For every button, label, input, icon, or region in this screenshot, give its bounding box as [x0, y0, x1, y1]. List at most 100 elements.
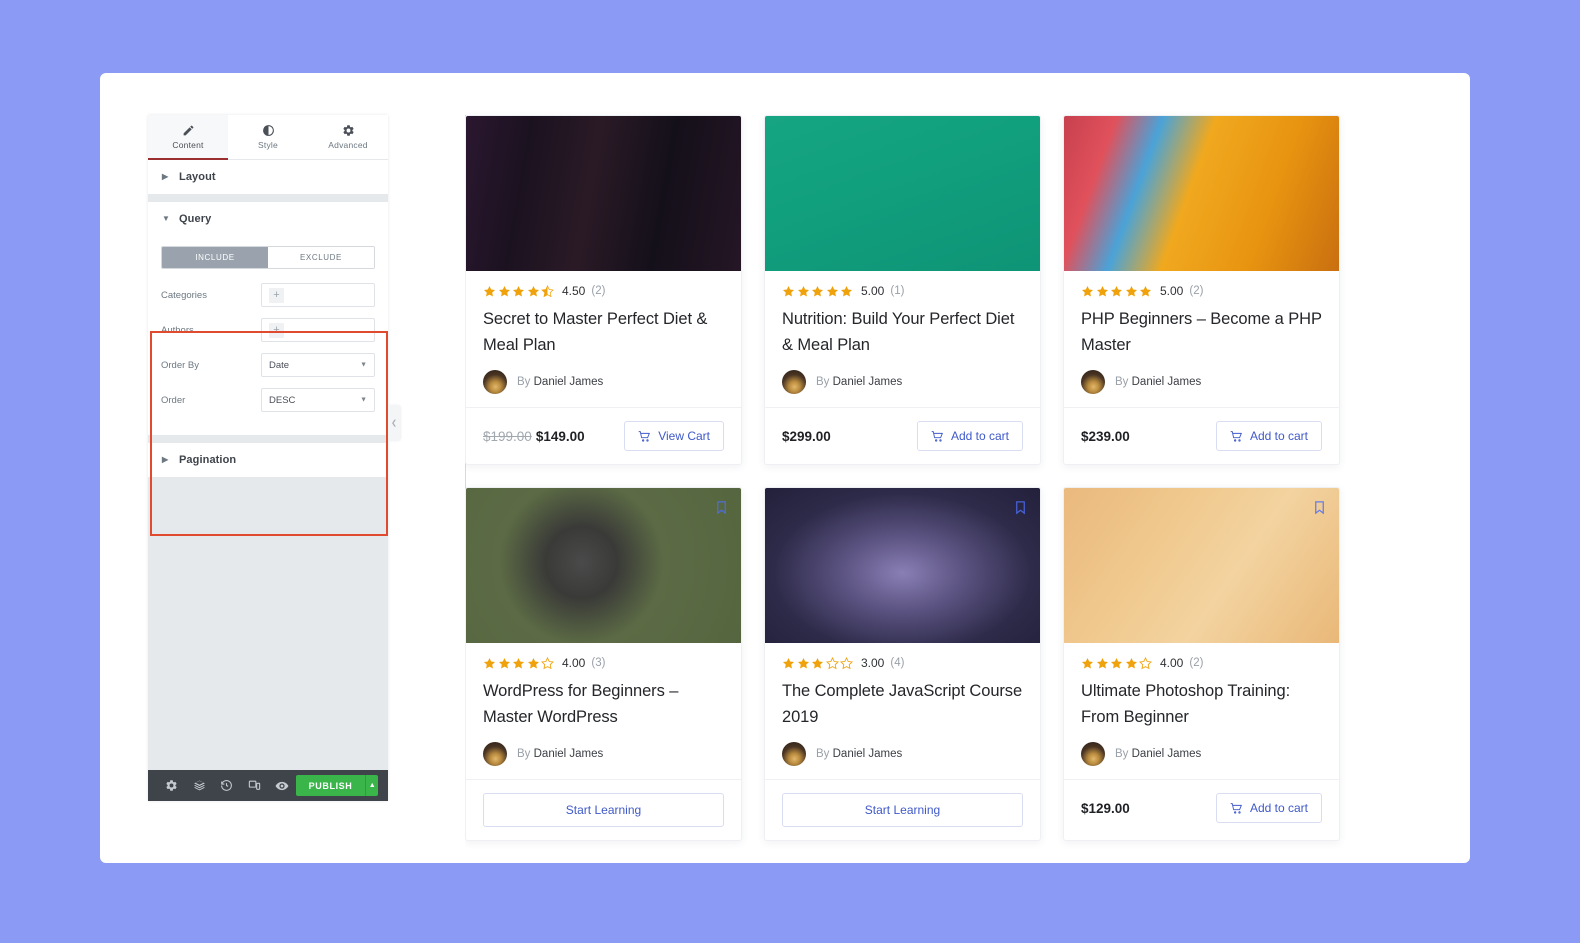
chevron-right-icon — [162, 456, 170, 464]
phone-payment-app-photo[interactable] — [1064, 488, 1339, 644]
chevron-up-icon[interactable]: ▲ — [365, 775, 378, 796]
plus-icon[interactable]: + — [269, 322, 284, 338]
product-action-label: Add to cart — [1249, 801, 1308, 816]
app-canvas: Content Style Advanced ▶ Layout ▼ Query … — [100, 73, 1470, 863]
colorful-abstract-shapes-photo[interactable] — [1064, 116, 1339, 271]
product-title[interactable]: PHP Beginners – Become a PHP Master — [1081, 307, 1322, 358]
product-rating: 4.00 (3) — [483, 656, 724, 670]
product-card[interactable]: 5.00 (2) PHP Beginners – Become a PHP Mast… — [1063, 115, 1340, 466]
product-title[interactable]: Ultimate Photoshop Training: From Beginn… — [1081, 679, 1322, 730]
author-by-prefix: By — [816, 376, 830, 389]
page-root: Content Style Advanced ▶ Layout ▼ Query … — [0, 0, 1580, 943]
section-pagination-header[interactable]: Pagination — [148, 443, 388, 477]
field-order-label: Order — [161, 394, 186, 406]
product-card-footer: Start Learning — [466, 779, 741, 840]
publish-button[interactable]: PUBLISH — [295, 775, 366, 796]
section-query-label: Query — [179, 213, 212, 225]
author-name[interactable]: By Daniel James — [816, 748, 902, 760]
responsive-preview-icon[interactable] — [241, 770, 269, 801]
product-title[interactable]: WordPress for Beginners – Master WordPre… — [483, 679, 724, 730]
product-rating: 5.00 (2) — [1081, 284, 1322, 298]
tab-style-label: Style — [258, 140, 278, 150]
product-price: $199.00 $149.00 — [483, 428, 585, 444]
rating-value: 5.00 — [861, 284, 885, 298]
product-rating: 3.00 (4) — [782, 656, 1023, 670]
tab-content[interactable]: Content — [148, 115, 228, 160]
product-action-button[interactable]: View Cart — [624, 421, 724, 452]
product-action-button[interactable]: Start Learning — [782, 793, 1023, 828]
section-layout-header[interactable]: Layout — [148, 160, 388, 194]
product-card[interactable]: 4.00 (3) WordPress for Beginners – Master … — [465, 487, 742, 842]
product-author: By Daniel James — [483, 370, 724, 395]
product-action-label: Add to cart — [950, 429, 1009, 444]
order-by-select[interactable]: Date ▼ — [261, 353, 375, 377]
product-card[interactable]: 4.50 (2) Secret to Master Perfect Diet & M… — [465, 115, 742, 466]
product-price: $299.00 — [782, 428, 831, 444]
author-name[interactable]: By Daniel James — [517, 748, 603, 760]
field-authors-label: Authors — [161, 324, 194, 336]
author-name[interactable]: By Daniel James — [1115, 376, 1201, 388]
section-divider — [148, 195, 388, 202]
panel-collapse-handle[interactable]: ❮ — [388, 405, 400, 441]
preview-area: 4.50 (2) Secret to Master Perfect Diet & M… — [465, 73, 1470, 863]
green-drinking-glass-photo[interactable] — [765, 116, 1040, 271]
product-card[interactable]: 5.00 (1) Nutrition: Build Your Perfect Die… — [764, 115, 1041, 466]
star-rating-icons — [483, 656, 554, 670]
product-price: $239.00 — [1081, 428, 1130, 444]
product-author: By Daniel James — [782, 742, 1023, 767]
toggle-exclude[interactable]: EXCLUDE — [268, 247, 374, 268]
tab-advanced[interactable]: Advanced — [308, 115, 388, 159]
navigator-layers-icon[interactable] — [186, 770, 214, 801]
field-order: Order DESC ▼ — [161, 388, 375, 412]
author-by-prefix: By — [517, 748, 531, 761]
rating-value: 4.00 — [1160, 656, 1184, 671]
author-name[interactable]: By Daniel James — [517, 376, 603, 388]
product-card-body: 3.00 (4) The Complete JavaScript Course 20… — [765, 643, 1040, 779]
product-card-footer: $129.00 Add to cart — [1064, 779, 1339, 836]
order-select[interactable]: DESC ▼ — [261, 388, 375, 412]
authors-input[interactable]: + — [261, 318, 375, 342]
electric-guitar-spotlight-photo[interactable] — [765, 488, 1040, 644]
author-name[interactable]: By Daniel James — [1115, 748, 1201, 760]
field-authors: Authors + — [161, 318, 375, 342]
product-card-footer: Start Learning — [765, 779, 1040, 840]
bookmark-icon[interactable] — [1013, 500, 1028, 520]
product-title[interactable]: Secret to Master Perfect Diet & Meal Pla… — [483, 307, 724, 358]
product-card-body: 4.00 (2) Ultimate Photoshop Training: From… — [1064, 643, 1339, 779]
history-revisions-icon[interactable] — [213, 770, 241, 801]
author-by-prefix: By — [816, 748, 830, 761]
star-rating-icons — [1081, 656, 1152, 670]
publish-group: PUBLISH ▲ — [295, 775, 378, 796]
author-name[interactable]: By Daniel James — [816, 376, 902, 388]
product-card[interactable]: 3.00 (4) The Complete JavaScript Course 20… — [764, 487, 1041, 842]
review-count: (2) — [1189, 657, 1204, 670]
studio-desk-dark-photo[interactable] — [466, 116, 741, 271]
product-action-button[interactable]: Add to cart — [916, 421, 1023, 452]
product-card-footer: $239.00 Add to cart — [1064, 407, 1339, 464]
section-pagination-label: Pagination — [179, 454, 237, 466]
product-rating: 4.00 (2) — [1081, 656, 1322, 670]
product-action-button[interactable]: Add to cart — [1215, 421, 1322, 452]
product-card[interactable]: 4.00 (2) Ultimate Photoshop Training: From… — [1063, 487, 1340, 842]
review-count: (1) — [890, 285, 905, 297]
tab-style[interactable]: Style — [228, 115, 308, 159]
product-card-body: 4.50 (2) Secret to Master Perfect Diet & M… — [466, 271, 741, 407]
settings-gear-icon[interactable] — [158, 770, 186, 801]
bookmark-icon[interactable] — [1312, 500, 1327, 520]
categories-input[interactable]: + — [261, 283, 375, 307]
section-query-header[interactable]: Query — [148, 202, 388, 236]
panel-tab-bar: Content Style Advanced — [148, 115, 388, 160]
product-action-button[interactable]: Start Learning — [483, 793, 724, 828]
section-pagination: Pagination — [148, 443, 388, 478]
preview-eye-icon[interactable] — [268, 770, 296, 801]
vintage-camera-on-green-photo[interactable] — [466, 488, 741, 644]
product-title[interactable]: The Complete JavaScript Course 2019 — [782, 679, 1023, 730]
plus-icon[interactable]: + — [269, 287, 284, 303]
chevron-down-icon: ▼ — [360, 396, 367, 404]
toggle-include[interactable]: INCLUDE — [162, 247, 268, 268]
product-title[interactable]: Nutrition: Build Your Perfect Diet & Mea… — [782, 307, 1023, 358]
author-by-prefix: By — [517, 376, 531, 389]
product-action-button[interactable]: Add to cart — [1215, 793, 1322, 824]
bookmark-icon[interactable] — [714, 500, 729, 520]
product-card-body: 5.00 (1) Nutrition: Build Your Perfect Die… — [765, 271, 1040, 407]
